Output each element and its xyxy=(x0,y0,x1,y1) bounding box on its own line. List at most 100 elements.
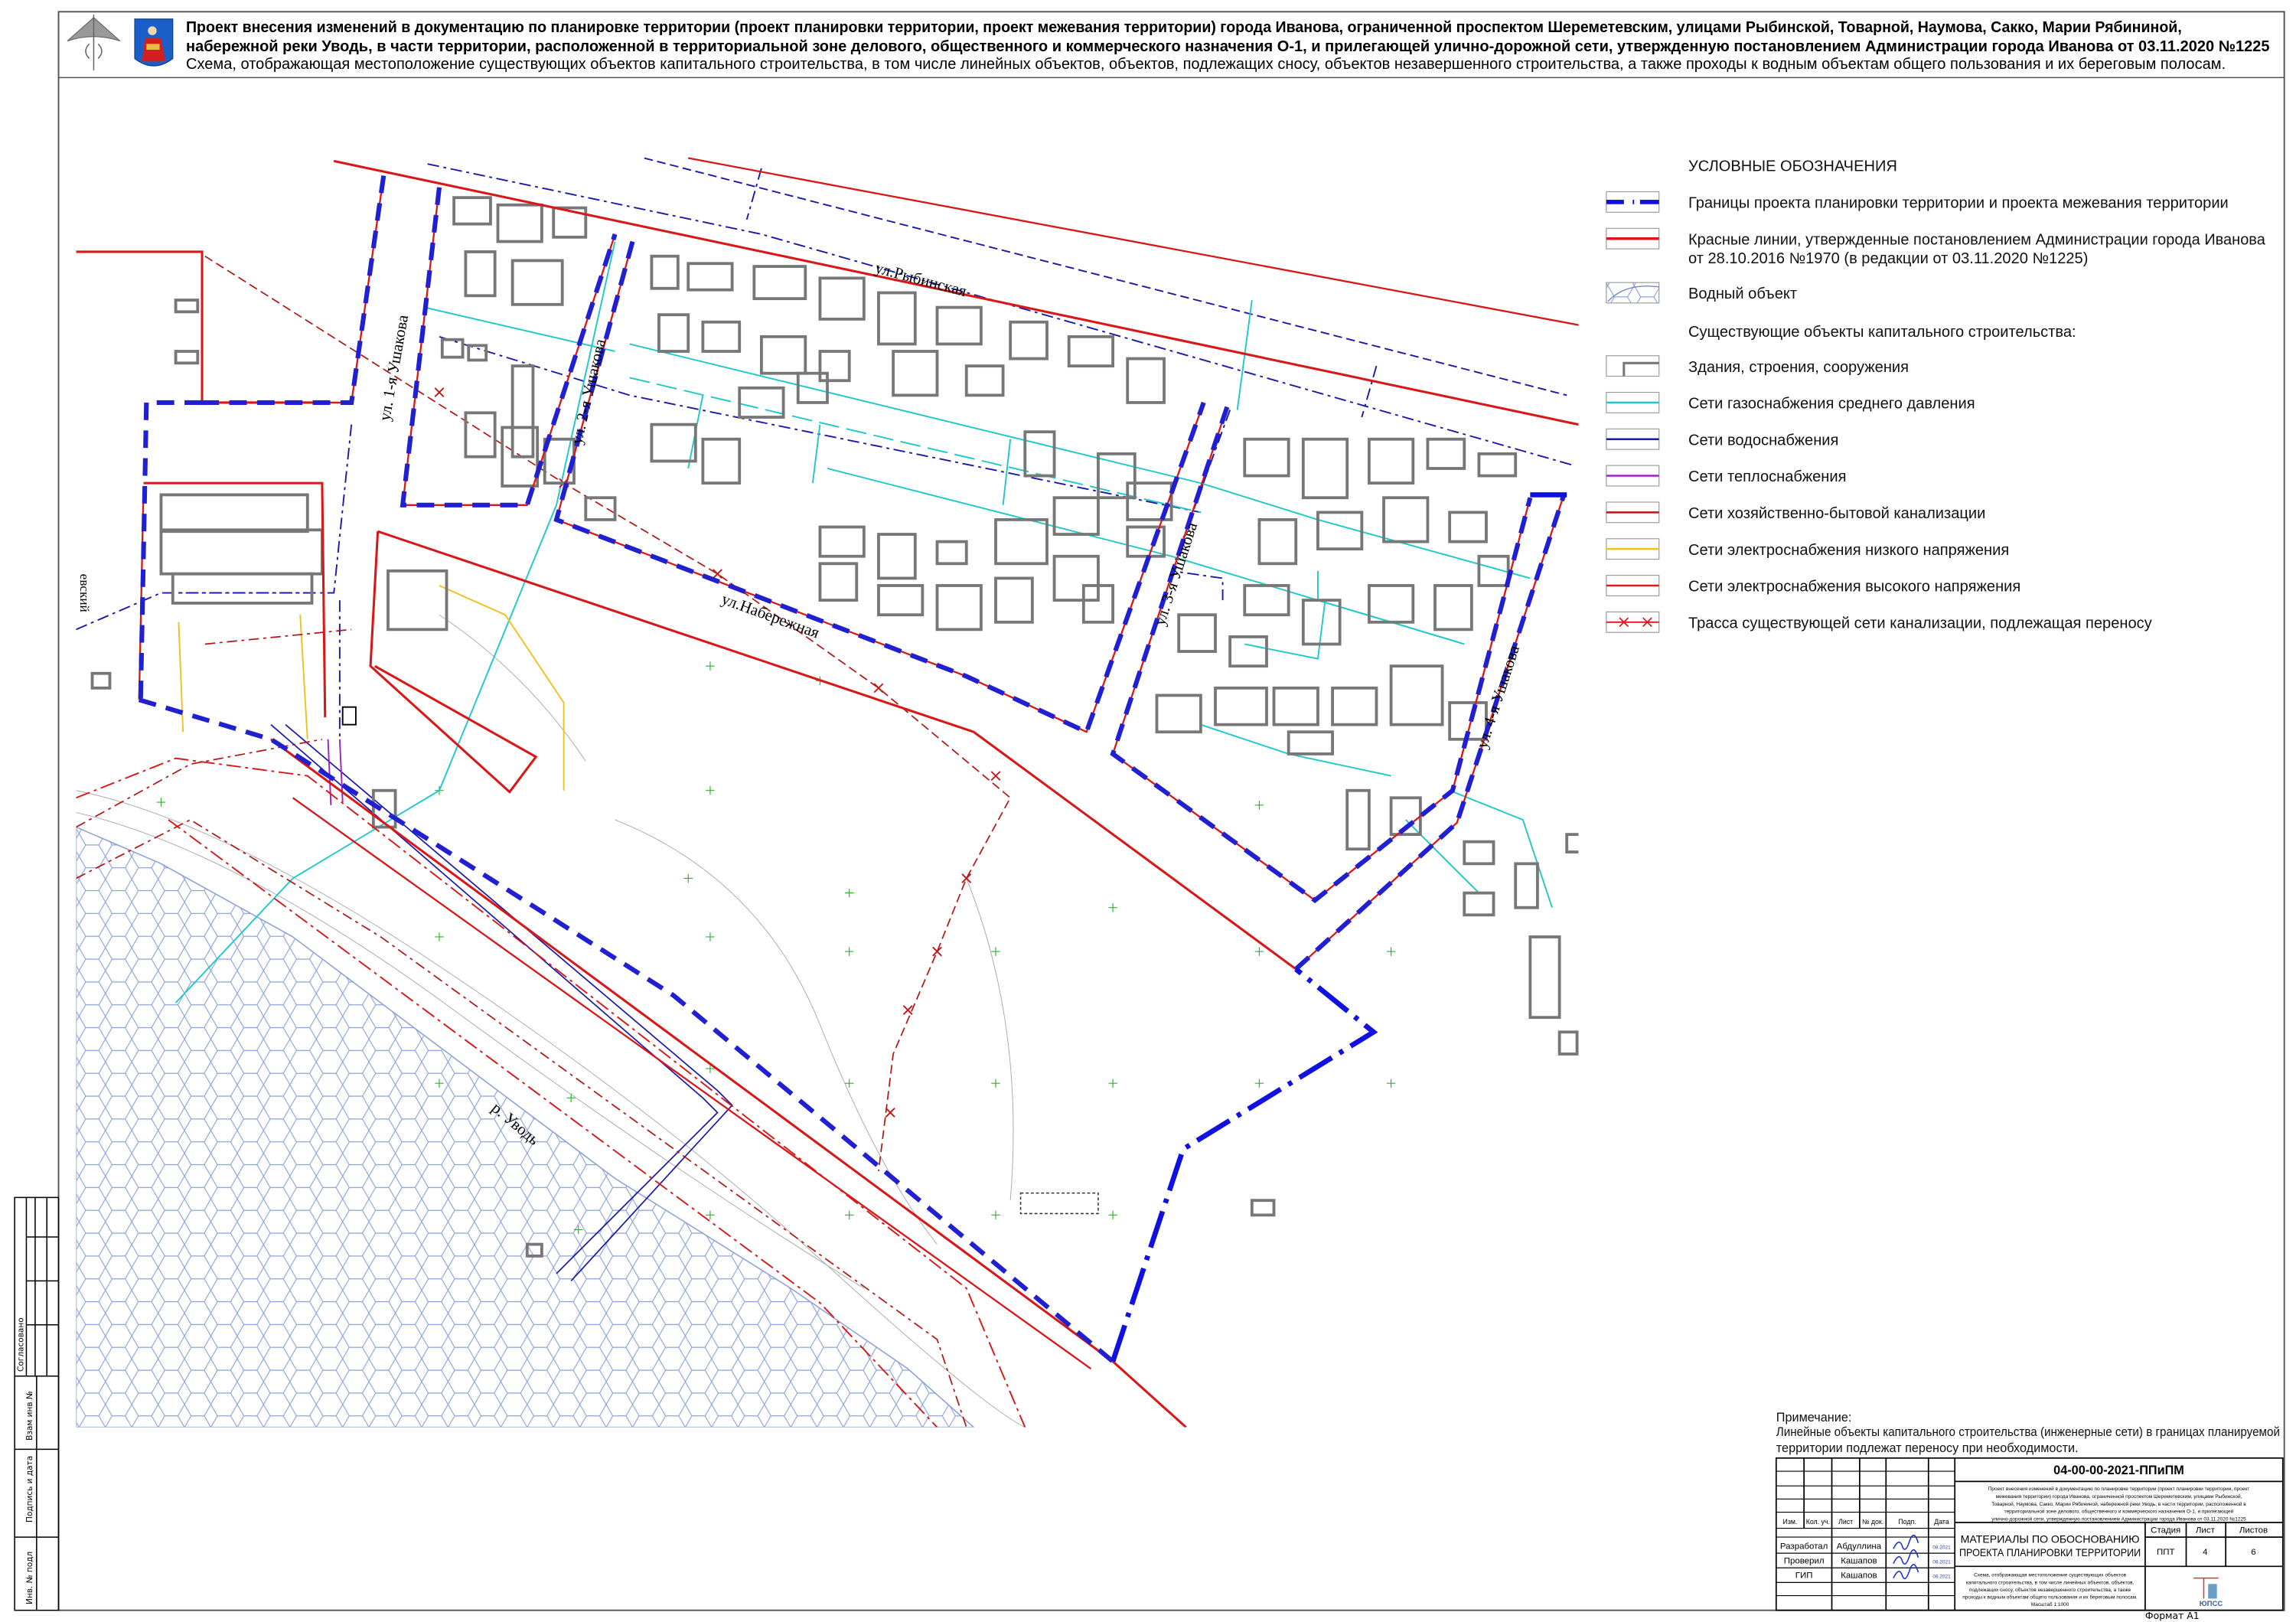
water-supply-network xyxy=(76,157,1575,739)
building xyxy=(1463,891,1495,917)
revision-column-header: Подп. xyxy=(1898,1518,1916,1526)
relocation-x-marker xyxy=(932,946,942,957)
street-label-sheremetevsky: евский xyxy=(77,574,92,612)
building xyxy=(701,320,742,353)
stage-label: Стадия xyxy=(2151,1526,2180,1535)
building xyxy=(464,250,497,298)
survey-point-cross xyxy=(566,1093,576,1103)
building xyxy=(657,313,690,353)
survey-point-cross xyxy=(683,873,693,883)
building xyxy=(1433,584,1473,632)
legend-subheading-existing: Существующие объекты капитального строит… xyxy=(1688,324,2076,341)
building xyxy=(174,299,200,314)
building xyxy=(1287,730,1334,756)
building xyxy=(171,572,314,605)
building xyxy=(877,291,917,346)
building xyxy=(1177,613,1217,653)
building xyxy=(159,528,324,576)
sheet-value: 4 xyxy=(2203,1548,2208,1557)
building xyxy=(464,411,497,459)
legend-label: Трасса существующей сети канализации, по… xyxy=(1688,615,2152,632)
note-title: Примечание: xyxy=(1776,1411,1852,1425)
designer-logo xyxy=(67,15,121,70)
building xyxy=(1023,430,1056,478)
legend-item-water-body: Водный объект xyxy=(1606,282,1797,304)
revision-column-header: Кол. уч. xyxy=(1806,1518,1830,1526)
legend-item-line: Сети газоснабжения среднего давления xyxy=(1606,391,1975,413)
street-label-ushakova-1: ул. 1-я Ушакова xyxy=(375,313,412,423)
building xyxy=(174,350,200,365)
building xyxy=(818,350,851,383)
building xyxy=(386,569,448,632)
building xyxy=(510,364,535,459)
survey-point-cross xyxy=(1386,947,1396,956)
building xyxy=(1243,437,1290,478)
legend-item-line: Сети электроснабжения высокого напряжени… xyxy=(1606,575,2020,596)
stamp-sign-date: Подпись и дата xyxy=(25,1456,34,1522)
legend-label: Границы проекта планировки территории и … xyxy=(1688,195,2229,212)
survey-point-cross xyxy=(1108,902,1117,912)
building xyxy=(1257,518,1298,566)
building xyxy=(1272,686,1319,726)
legend-label: Красные линии, утвержденные постановлени… xyxy=(1688,231,2266,248)
signatory-role: ГИП xyxy=(1795,1571,1813,1581)
relocation-x-marker xyxy=(990,771,1001,782)
building xyxy=(818,276,866,321)
survey-point-cross xyxy=(991,1079,1000,1088)
header-title-line1: Проект внесения изменений в документацию… xyxy=(186,19,2182,36)
signature-date: 08.2021 xyxy=(1932,1575,1951,1580)
company-logo: ЮПСС xyxy=(2193,1577,2223,1608)
building xyxy=(496,203,543,243)
sewer-relocation-markers xyxy=(434,387,1001,1118)
survey-point-cross xyxy=(706,1210,715,1220)
building xyxy=(440,338,465,359)
survey-point-cross xyxy=(1108,1210,1117,1220)
building xyxy=(1426,437,1466,470)
survey-point-cross xyxy=(1254,1079,1264,1088)
document-code: 04-00-00-2021-ППиПМ xyxy=(2053,1464,2184,1477)
building xyxy=(159,493,309,534)
signature xyxy=(1893,1549,1919,1565)
building xyxy=(452,196,492,226)
sheets-value: 6 xyxy=(2251,1548,2255,1557)
scheme-description-line: капитального строительства, в том числе … xyxy=(1966,1579,2135,1585)
building xyxy=(1301,599,1342,646)
scheme-description-line: подлежащих сносу, объектов незавершенног… xyxy=(1969,1587,2131,1593)
signature-date: 08.2021 xyxy=(1932,1545,1951,1550)
signature-date: 08.2021 xyxy=(1932,1560,1951,1565)
building xyxy=(1367,584,1415,624)
survey-point-cross xyxy=(844,947,854,956)
building xyxy=(650,423,697,463)
legend-item-buildings: Здания, строения, сооружения xyxy=(1606,355,1909,377)
legend-label: Сети теплоснабжения xyxy=(1688,468,1846,485)
building xyxy=(1448,511,1488,543)
legend-item-line: Сети водоснабжения xyxy=(1606,428,1838,450)
building xyxy=(1301,437,1349,500)
building xyxy=(1345,788,1371,851)
building xyxy=(877,584,925,617)
legend-item-line: Сети электроснабжения низкого напряжения xyxy=(1606,538,2009,560)
legend-label: Здания, строения, сооружения xyxy=(1688,359,1909,376)
legend-item-boundary: Границы проекта планировки территории и … xyxy=(1606,191,2229,213)
relocation-x-marker xyxy=(961,873,972,883)
building xyxy=(701,437,742,485)
project-description-line: межевания территории) города Иванова, ог… xyxy=(1996,1493,2242,1500)
building xyxy=(818,525,866,558)
section-title-line2: ПРОЕКТА ПЛАНИРОВКИ ТЕРРИТОРИИ xyxy=(1959,1546,2141,1558)
legend-label: от 28.10.2016 №1970 (в редакции от 03.11… xyxy=(1688,250,2088,267)
building xyxy=(1477,452,1518,478)
ivanovo-coat-of-arms xyxy=(134,18,174,67)
survey-point-cross xyxy=(1254,947,1264,956)
title-block-text: 04-00-00-2021-ППиПМ Проект внесения изме… xyxy=(1780,1464,2268,1621)
legend-label: Сети хозяйственно-бытовой канализации xyxy=(1688,505,1985,522)
building xyxy=(818,562,859,602)
building xyxy=(1528,935,1561,1020)
project-description-line: Проект внесения изменений в документацию… xyxy=(1988,1486,2250,1492)
survey-point-cross xyxy=(706,785,715,795)
building xyxy=(510,259,564,306)
sheets-label: Листов xyxy=(2239,1526,2268,1535)
dashed-structure xyxy=(1019,1192,1099,1215)
signatory-name: Абдуллина xyxy=(1837,1542,1882,1551)
building xyxy=(1557,1030,1579,1056)
building xyxy=(1052,496,1100,536)
